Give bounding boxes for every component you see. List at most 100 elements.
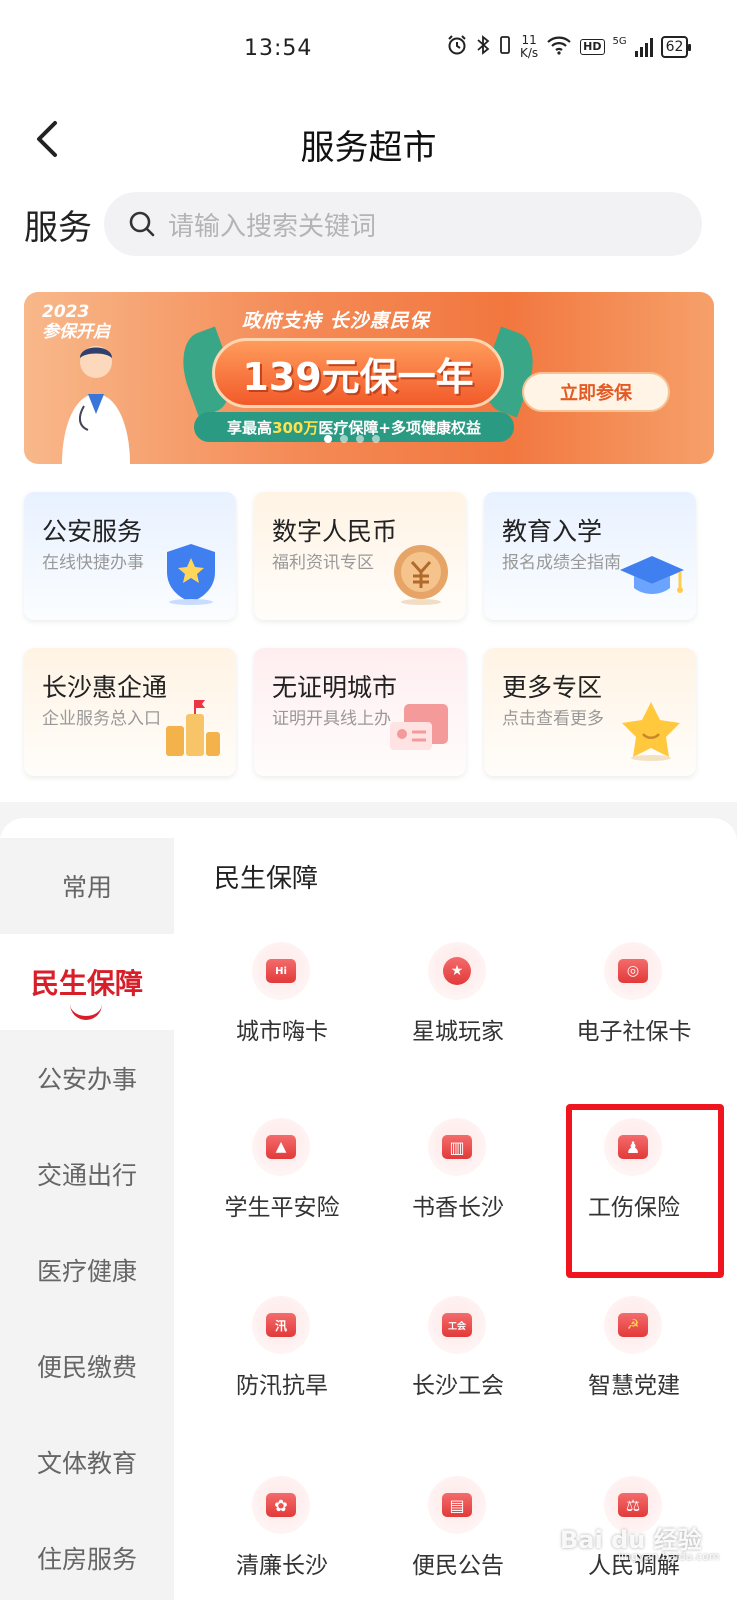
service-label: 学生平安险 [224, 1195, 340, 1221]
battery-level: 62 [665, 39, 684, 55]
search-icon [129, 211, 155, 237]
service-label: 便民公告 [412, 1553, 504, 1579]
carousel-dot[interactable] [324, 435, 332, 443]
vibrate-icon [498, 34, 512, 60]
net-speed: 11 K/s [520, 34, 538, 60]
service-student-insurance[interactable]: ▲ 学生平安险 [202, 1118, 362, 1268]
banner-section: 2023 参保开启 政府支持 长沙惠民保 139元保一年 享最高 300万 医疗… [0, 274, 737, 472]
sidebar-item-label: 便民缴费 [36, 1353, 137, 1382]
graduation-cap-icon [620, 556, 684, 594]
service-label: 清廉长沙 [236, 1553, 328, 1579]
service-label: 长沙工会 [412, 1373, 504, 1399]
service-star-city-player[interactable]: ★ 星城玩家 [378, 942, 538, 1092]
sidebar-item-common[interactable]: 常用 [0, 838, 174, 934]
service-city-hi-card[interactable]: Hi 城市嗨卡 [202, 942, 362, 1092]
service-reading-changsha[interactable]: ▥ 书香长沙 [378, 1118, 538, 1268]
service-label: 书香长沙 [412, 1195, 504, 1221]
page-title: 服务超市 [300, 128, 437, 168]
card-enterprise-service[interactable]: 长沙惠企通 企业服务总入口 [24, 648, 236, 776]
sidebar-item-label: 交通出行 [36, 1161, 137, 1190]
card-title: 无证明城市 [272, 673, 398, 702]
card-subtitle: 企业服务总入口 [42, 709, 161, 729]
service-label: 城市嗨卡 [236, 1019, 328, 1045]
watermark-sub: jingyan.baidu.com [618, 1550, 720, 1563]
search-row: 服务 请输入搜索关键词 [0, 184, 737, 274]
service-flood-drought[interactable]: 汛 防汛抗旱 [202, 1296, 362, 1446]
carousel-dots [324, 435, 380, 443]
card-certificate-free[interactable]: 无证明城市 证明开具线上办 [254, 648, 466, 776]
service-smart-party-building[interactable]: ☭ 智慧党建 [554, 1296, 714, 1446]
card-subtitle: 在线快捷办事 [42, 553, 144, 573]
card-title: 数字人民币 [272, 517, 398, 546]
coin-stack-icon [166, 700, 220, 756]
lotus-icon: ✿ [252, 1476, 310, 1534]
service-label: 智慧党建 [588, 1373, 680, 1399]
search-placeholder: 请输入搜索关键词 [168, 211, 377, 242]
service-public-notice[interactable]: ▤ 便民公告 [378, 1476, 538, 1600]
flood-tag-icon: 汛 [252, 1296, 310, 1354]
banner-year-number: 2023 [42, 302, 90, 322]
sidebar-item-label: 医疗健康 [36, 1257, 137, 1286]
service-label: 星城玩家 [412, 1019, 504, 1045]
section-label: 服务 [24, 208, 92, 248]
card-title: 长沙惠企通 [42, 673, 168, 702]
card-police-service[interactable]: 公安服务 在线快捷办事 [24, 492, 236, 620]
card-subtitle: 报名成绩全指南 [502, 553, 621, 573]
hi-card-icon: Hi [252, 942, 310, 1000]
sidebar-item-label: 民生保障 [30, 967, 143, 1000]
carousel-dot[interactable] [372, 435, 380, 443]
card-subtitle: 点击查看更多 [502, 709, 604, 729]
doctor-illustration-icon [62, 346, 130, 464]
service-label: 防汛抗旱 [236, 1373, 328, 1399]
title-bar: 服务超市 [0, 96, 737, 184]
status-time: 13:54 [244, 36, 313, 61]
service-changsha-union[interactable]: 工会 长沙工会 [378, 1296, 538, 1446]
sidebar-item-payment[interactable]: 便民缴费 [0, 1318, 174, 1414]
search-input[interactable]: 请输入搜索关键词 [104, 192, 702, 256]
union-card-icon: 工会 [428, 1296, 486, 1354]
banner-sub-highlight: 300万 [272, 418, 319, 437]
battery-icon: 62 [660, 36, 692, 58]
card-subtitle: 福利资讯专区 [272, 553, 374, 573]
signal-icon [634, 37, 653, 57]
card-title: 公安服务 [42, 517, 143, 546]
sidebar-item-housing[interactable]: 住房服务 [0, 1510, 174, 1600]
sidebar-item-label: 住房服务 [36, 1545, 137, 1574]
star-icon [622, 702, 680, 761]
sidebar-item-police[interactable]: 公安办事 [0, 1030, 174, 1126]
card-digital-rmb[interactable]: 数字人民币 福利资讯专区 [254, 492, 466, 620]
quick-cards: 公安服务 在线快捷办事 数字人民币 福利资讯专区 教育入学 报名成绩全指南 长沙… [0, 472, 737, 802]
status-icons: 11 K/s HD 5G 62 [446, 34, 692, 60]
promo-banner[interactable]: 2023 参保开启 政府支持 长沙惠民保 139元保一年 享最高 300万 医疗… [24, 292, 714, 464]
service-clean-changsha[interactable]: ✿ 清廉长沙 [202, 1476, 362, 1600]
bluetooth-icon [476, 34, 490, 60]
wifi-icon [546, 35, 572, 59]
book-icon: ▥ [428, 1118, 486, 1176]
banner-sub-prefix: 享最高 [227, 418, 273, 437]
student-cap-icon: ▲ [252, 1118, 310, 1176]
sidebar-item-label: 文体教育 [36, 1449, 137, 1478]
star-badge-icon: ★ [428, 942, 486, 1000]
category-sidebar: 常用 民生保障 公安办事 交通出行 医疗健康 便民缴费 文体教育 住房服务 [0, 838, 174, 1600]
network-type: 5G [612, 36, 627, 47]
notice-board-icon: ▤ [428, 1476, 486, 1534]
sidebar-item-label: 常用 [61, 873, 112, 902]
sidebar-item-medical[interactable]: 医疗健康 [0, 1222, 174, 1318]
banner-headline: 政府支持 长沙惠民保 [242, 310, 430, 332]
banner-main-text: 139元保一年 [212, 338, 504, 408]
service-e-social-security-card[interactable]: ◎ 电子社保卡 [554, 942, 714, 1092]
card-education[interactable]: 教育入学 报名成绩全指南 [484, 492, 696, 620]
hd-badge: HD [580, 39, 605, 55]
carousel-dot[interactable] [356, 435, 364, 443]
carousel-dot[interactable] [340, 435, 348, 443]
social-security-card-icon: ◎ [604, 942, 662, 1000]
sidebar-item-culture-education[interactable]: 文体教育 [0, 1414, 174, 1510]
category-title: 民生保障 [214, 864, 319, 894]
net-speed-unit: K/s [520, 46, 539, 60]
enroll-button[interactable]: 立即参保 [522, 372, 670, 412]
sidebar-item-transport[interactable]: 交通出行 [0, 1126, 174, 1222]
card-title: 更多专区 [502, 673, 603, 702]
party-flag-icon: ☭ [604, 1296, 662, 1354]
card-more-zones[interactable]: 更多专区 点击查看更多 [484, 648, 696, 776]
sidebar-item-livelihood[interactable]: 民生保障 [0, 934, 174, 1030]
